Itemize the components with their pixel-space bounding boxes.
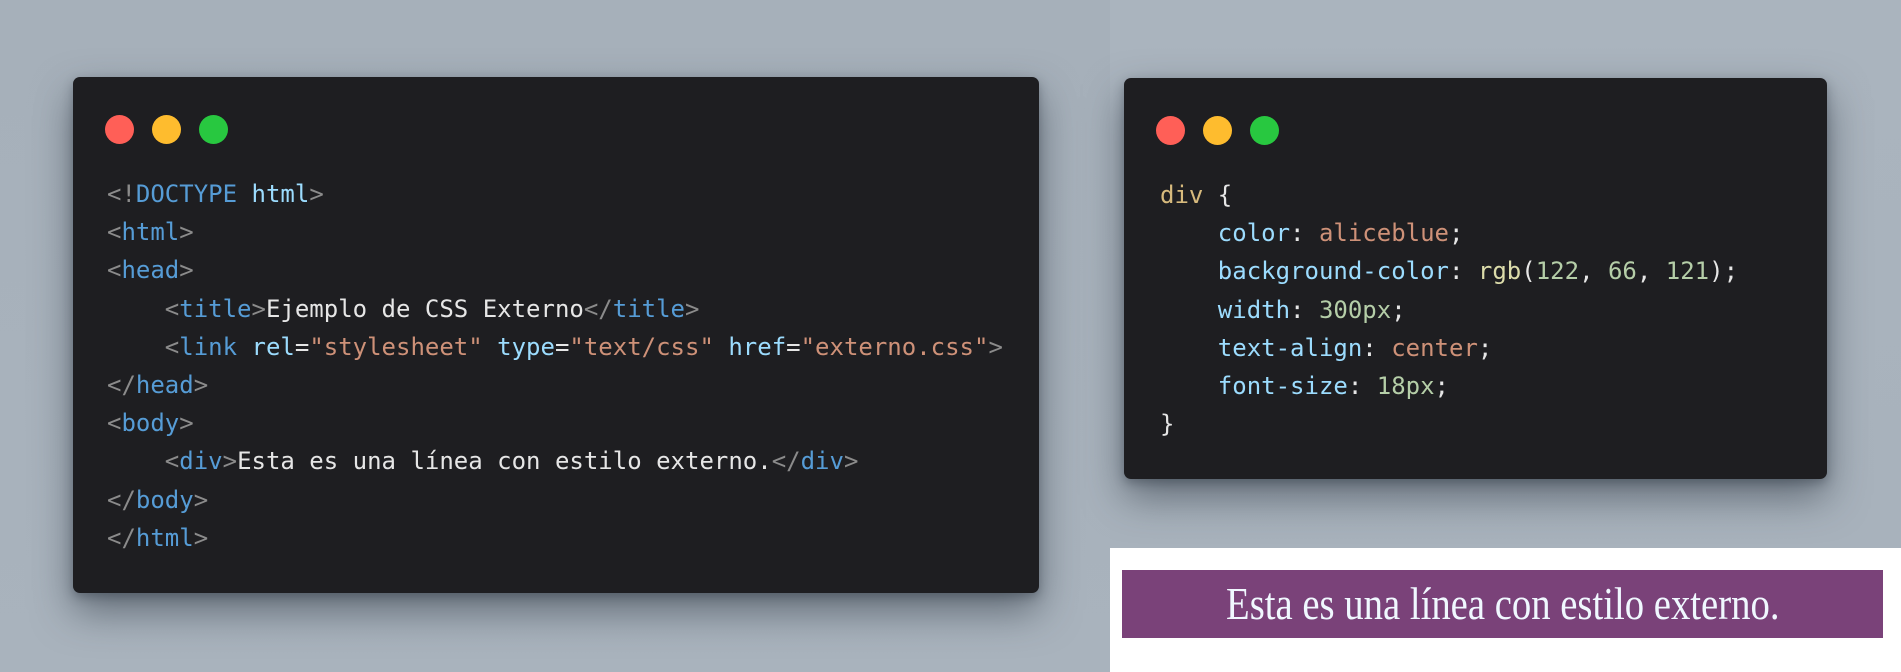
- window-controls: [105, 115, 228, 144]
- window-controls: [1156, 116, 1279, 145]
- code-line: width: 300px;: [1217, 295, 1406, 324]
- code-line: <body>: [107, 409, 194, 438]
- code-line: <title>Ejemplo de CSS Externo</title>: [107, 294, 700, 323]
- code-line: text-align: center;: [1217, 333, 1493, 362]
- code-line: </body>: [107, 485, 209, 514]
- close-dot-icon[interactable]: [105, 115, 134, 144]
- css-code-window: div { color: aliceblue; background-color…: [1124, 78, 1827, 479]
- code-line: background-color: rgb(122, 66, 121);: [1217, 257, 1739, 286]
- html-code-window: <!DOCTYPE html> <html> <head> <title>Ejemp…: [73, 77, 1039, 593]
- minimize-dot-icon[interactable]: [152, 115, 181, 144]
- code-line: div {: [1160, 181, 1233, 209]
- maximize-dot-icon[interactable]: [1250, 116, 1279, 145]
- code-line: font-size: 18px;: [1217, 372, 1449, 401]
- close-dot-icon[interactable]: [1156, 116, 1185, 145]
- code-line: <!DOCTYPE html>: [107, 180, 324, 208]
- maximize-dot-icon[interactable]: [199, 115, 228, 144]
- html-code-block: <!DOCTYPE html> <html> <head> <title>Ejemp…: [107, 175, 1003, 557]
- code-line: </head>: [107, 371, 209, 400]
- styled-div-preview: Esta es una línea con estilo externo.: [1122, 570, 1883, 638]
- styled-div-text: Esta es una línea con estilo externo.: [1225, 579, 1780, 629]
- rendered-output-panel: Esta es una línea con estilo externo.: [1110, 548, 1901, 672]
- css-code-block: div { color: aliceblue; background-color…: [1160, 176, 1738, 443]
- minimize-dot-icon[interactable]: [1203, 116, 1232, 145]
- code-line: color: aliceblue;: [1217, 219, 1464, 248]
- code-line: }: [1160, 410, 1175, 439]
- code-line: <head>: [107, 256, 194, 285]
- code-line: <html>: [107, 218, 194, 247]
- code-line: </html>: [107, 523, 209, 552]
- code-line: <div>Esta es una línea con estilo extern…: [107, 447, 859, 476]
- code-line: <link rel="stylesheet" type="text/css" h…: [107, 332, 1003, 361]
